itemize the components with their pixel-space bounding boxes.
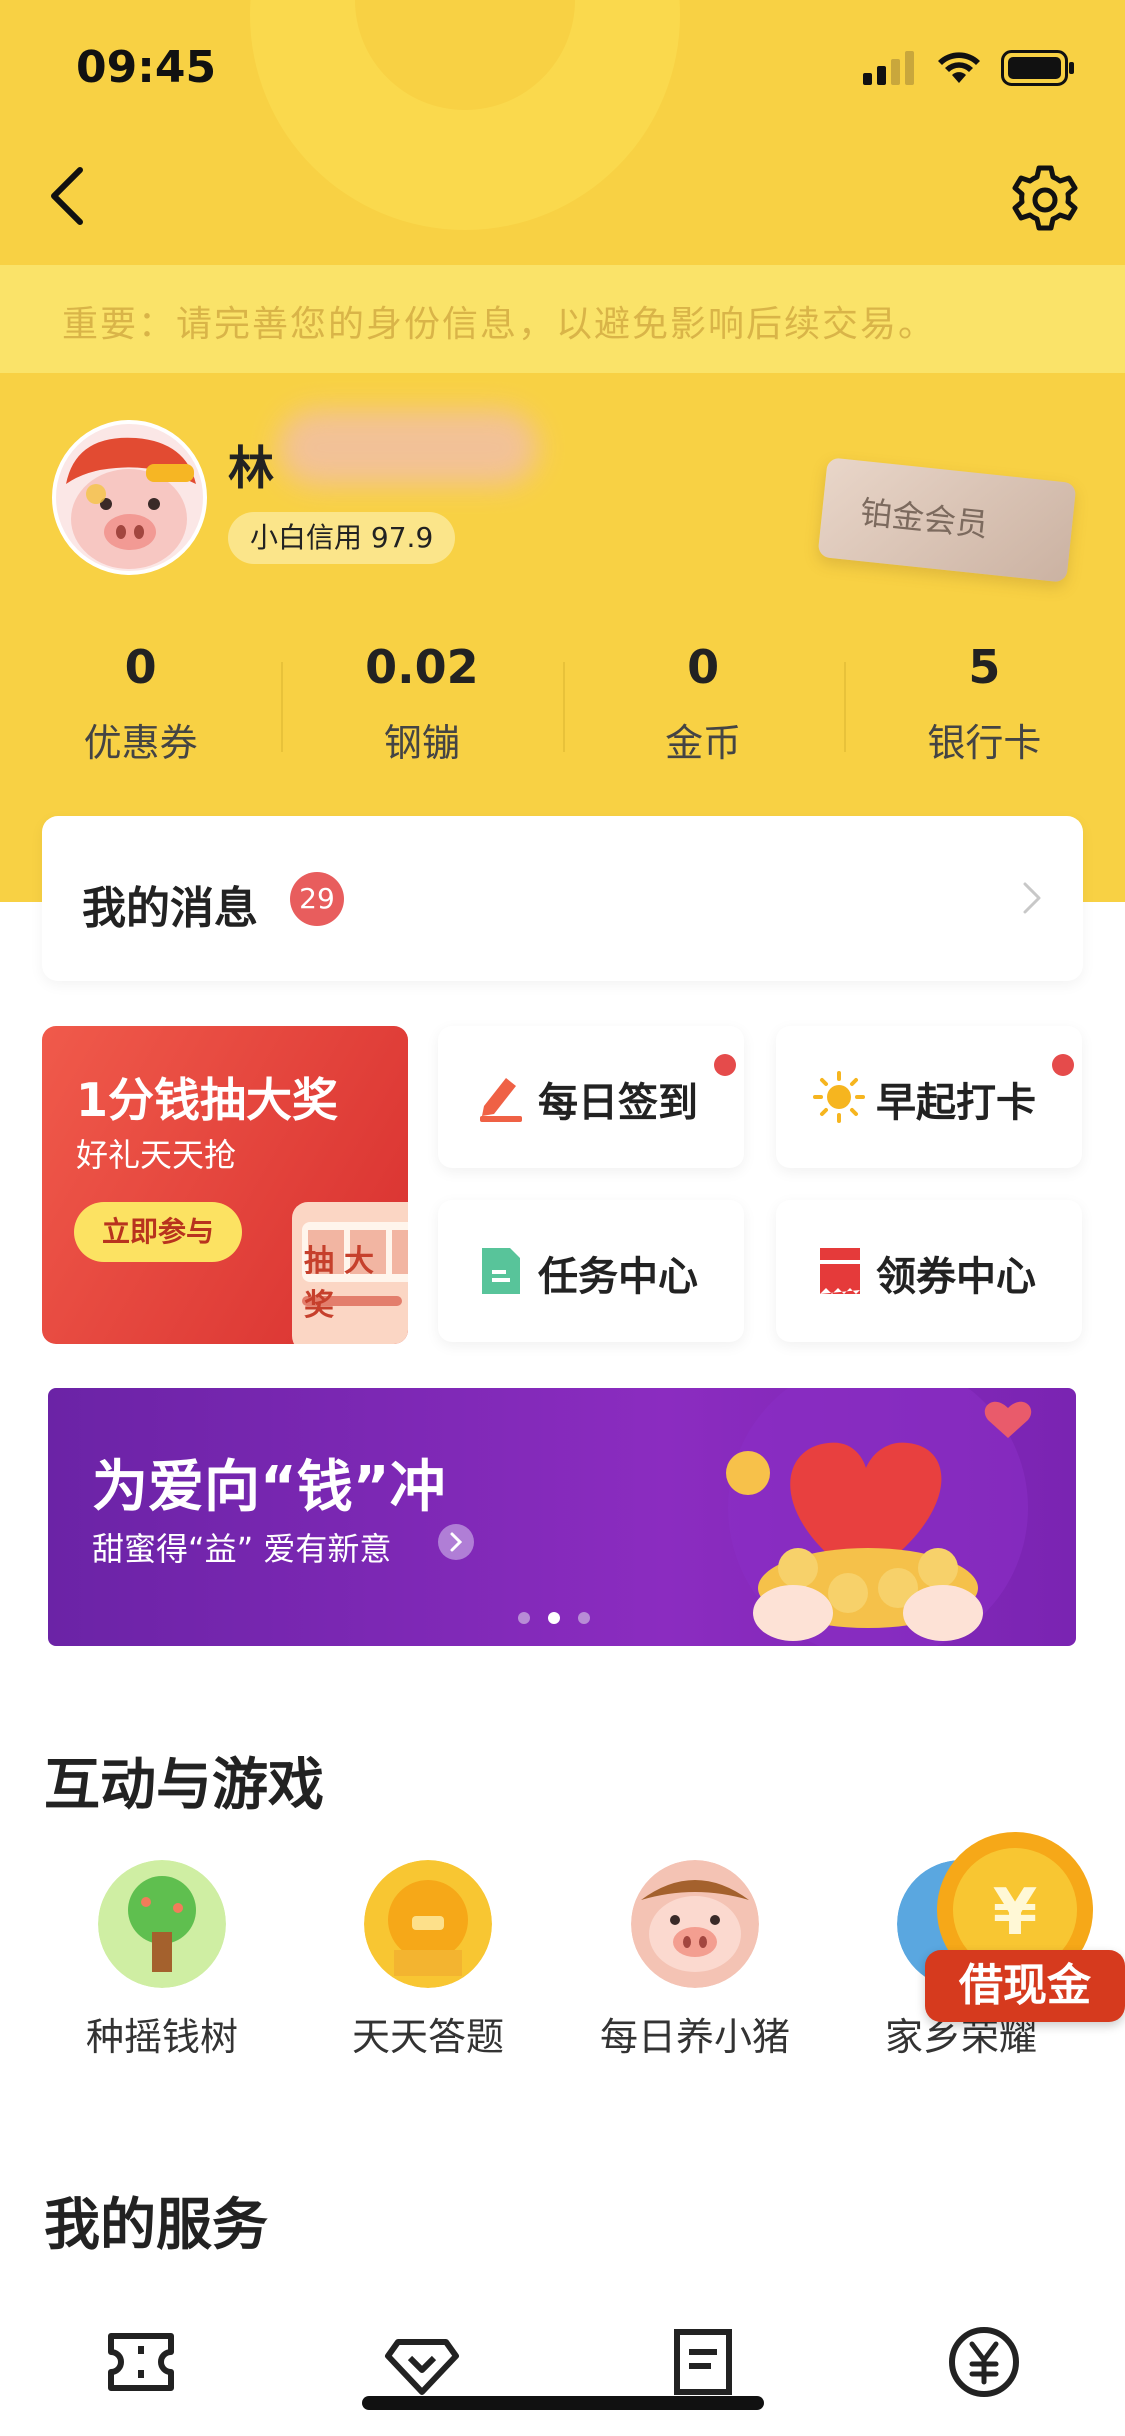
lottery-title: 1分钱抽大奖 <box>76 1073 339 1127</box>
banner-arrow-icon <box>438 1524 474 1560</box>
carousel-dot[interactable] <box>578 1612 590 1624</box>
game-label: 天天答题 <box>351 2015 504 2059</box>
stat-label: 钢镚 <box>383 721 460 765</box>
stat-label: 银行卡 <box>927 721 1042 765</box>
coupon-center-tile[interactable]: 领券中心 <box>776 1200 1082 1342</box>
banner-subtitle: 甜蜜得“益” 爱有新意 <box>92 1530 392 1568</box>
gear-icon <box>1012 165 1078 231</box>
daily-checkin-tile[interactable]: 每日签到 <box>438 1026 744 1168</box>
join-now-button[interactable]: 立即参与 <box>74 1202 242 1262</box>
settings-button[interactable] <box>1005 160 1085 240</box>
credit-score: 97.9 <box>370 521 434 554</box>
back-button[interactable] <box>40 160 100 230</box>
lottery-machine-text: 抽大奖 <box>304 1244 384 1323</box>
stat-label: 金币 <box>665 721 742 765</box>
task-center-tile[interactable]: 任务中心 <box>438 1200 744 1342</box>
lottery-subtitle: 好礼天天抢 <box>76 1136 237 1174</box>
battery-full-icon <box>1001 50 1074 86</box>
notification-dot <box>714 1054 736 1076</box>
name-privacy-blur <box>278 410 538 485</box>
avatar[interactable] <box>52 420 207 575</box>
bill-icon <box>674 2329 733 2395</box>
service-ticket[interactable] <box>0 2322 281 2412</box>
tile-label: 任务中心 <box>538 1254 698 1300</box>
money-tree-icon <box>98 1860 226 1988</box>
heart-coins-illustration <box>726 1388 1032 1646</box>
messages-title: 我的消息 <box>82 883 258 934</box>
service-finance[interactable] <box>844 2322 1125 2412</box>
my-messages-card[interactable]: 我的消息 29 <box>42 816 1083 981</box>
ticket-icon <box>107 2333 174 2391</box>
game-label: 每日养小猪 <box>599 2015 790 2059</box>
credit-score-badge[interactable]: 小白信用 97.9 <box>228 512 456 564</box>
notice-text: 重要：请完善您的身份信息，以避免影响后续交易。 <box>62 304 937 345</box>
carousel-dots[interactable] <box>518 1612 590 1624</box>
stat-value: 5 <box>968 640 1001 694</box>
pencil-icon <box>480 1078 522 1122</box>
pig-icon <box>631 1860 759 1988</box>
stat-gold-coins[interactable]: 0 金币 <box>562 640 844 770</box>
credit-label: 小白信用 <box>250 521 363 554</box>
game-daily-quiz[interactable]: 天天答题 <box>313 1860 543 2061</box>
carousel-dot[interactable] <box>518 1612 530 1624</box>
notification-dot <box>1052 1054 1074 1076</box>
member-card-label: 铂金会员 <box>858 493 990 545</box>
borrow-cash-float-button[interactable]: ¥ 借现金 <box>905 1830 1125 2040</box>
carousel-dot-active[interactable] <box>548 1612 560 1624</box>
diamond-icon <box>384 2339 459 2395</box>
stat-coins-steel[interactable]: 0.02 钢镚 <box>281 640 562 770</box>
sun-icon <box>813 1071 865 1123</box>
coupon-icon <box>820 1248 860 1294</box>
game-raise-pig[interactable]: 每日养小猪 <box>580 1860 810 2061</box>
services-section-title: 我的服务 <box>44 2193 268 2258</box>
chevron-left-icon <box>51 167 83 225</box>
promo-banner[interactable]: 为爱向“钱”冲 甜蜜得“益” 爱有新意 <box>48 1388 1076 1646</box>
signal-bars-icon <box>863 51 914 85</box>
svg-text:¥: ¥ <box>993 1876 1038 1950</box>
stat-value: 0 <box>687 640 720 694</box>
borrow-cash-label: 借现金 <box>925 1950 1125 2022</box>
lottery-card[interactable]: 1分钱抽大奖 好礼天天抢 立即参与 抽大奖 <box>42 1026 408 1344</box>
game-money-tree[interactable]: 种摇钱树 <box>47 1860 277 2061</box>
user-name: 林 <box>228 441 274 495</box>
games-section-title: 互动与游戏 <box>44 1753 324 1818</box>
wifi-icon <box>938 52 980 83</box>
stat-value: 0.02 <box>365 640 479 694</box>
stat-label: 优惠券 <box>83 721 198 765</box>
banner-title: 为爱向“钱”冲 <box>92 1455 446 1520</box>
status-time: 09:45 <box>76 42 217 93</box>
tile-label: 早起打卡 <box>876 1080 1036 1126</box>
stat-bank-cards[interactable]: 5 银行卡 <box>843 640 1125 770</box>
tile-label: 领券中心 <box>876 1254 1036 1300</box>
tile-label: 每日签到 <box>538 1080 698 1126</box>
home-indicator[interactable] <box>362 2396 764 2410</box>
status-bar: 09:45 <box>0 0 1125 135</box>
stat-value: 0 <box>124 640 157 694</box>
stat-coupons[interactable]: 0 优惠券 <box>0 640 281 770</box>
unread-count-badge: 29 <box>290 872 344 926</box>
game-label: 种摇钱树 <box>85 2015 238 2059</box>
pig-avatar-icon <box>56 424 203 571</box>
status-icons <box>863 50 1075 86</box>
document-icon <box>482 1248 520 1294</box>
yen-circle-icon <box>949 2327 1020 2397</box>
chevron-right-icon <box>1023 882 1041 914</box>
gold-coin-icon <box>364 1860 492 1988</box>
early-riser-tile[interactable]: 早起打卡 <box>776 1026 1082 1168</box>
identity-notice-bar[interactable]: 重要：请完善您的身份信息，以避免影响后续交易。 <box>0 265 1125 373</box>
asset-stats: 0 优惠券 0.02 钢镚 0 金币 5 银行卡 <box>0 640 1125 770</box>
